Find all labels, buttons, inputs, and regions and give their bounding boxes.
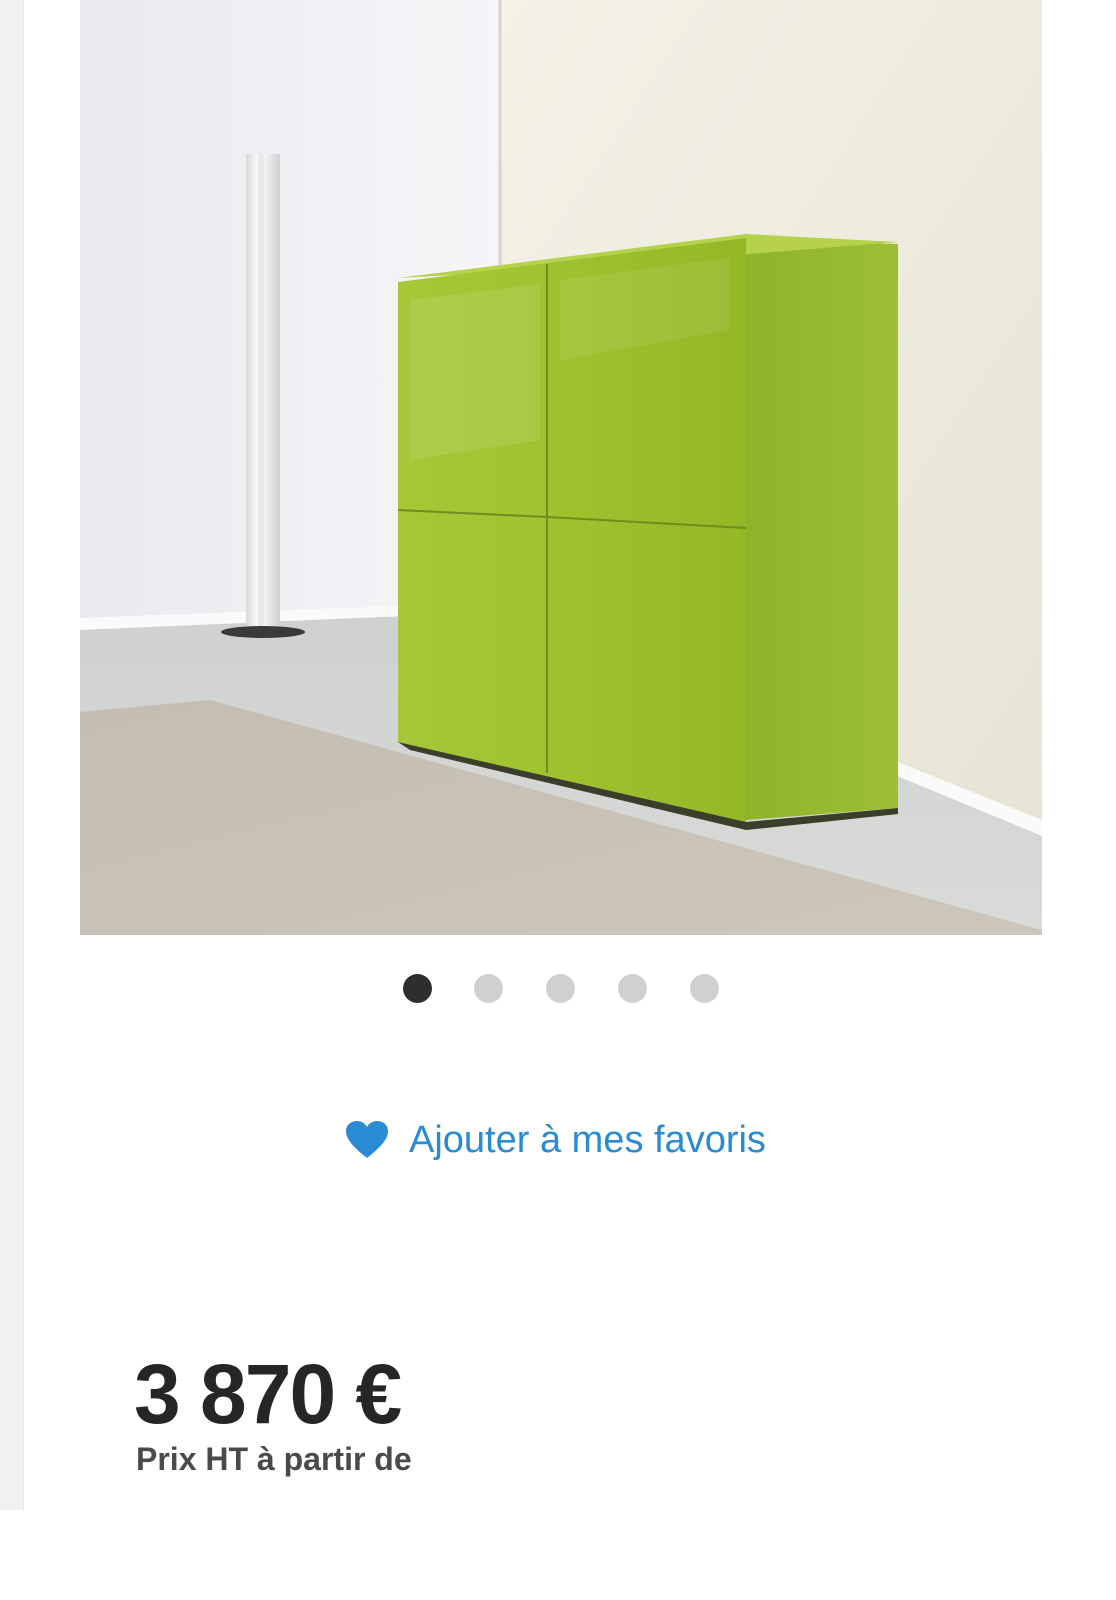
carousel-dot-3[interactable] [546,974,575,1003]
carousel-dots [0,974,1116,1004]
page-edge [0,0,24,1510]
carousel-dot-1[interactable] [403,974,432,1003]
carousel-dot-4[interactable] [618,974,647,1003]
product-image[interactable] [80,0,1042,935]
carousel-dot-2[interactable] [474,974,503,1003]
heart-icon [345,1120,389,1160]
price-caption: Prix HT à partir de [136,1441,412,1477]
product-price: 3 870 € [134,1347,402,1441]
add-to-favorites-link[interactable]: Ajouter à mes favoris [345,1112,766,1168]
carousel-dot-5[interactable] [690,974,719,1003]
favorites-label: Ajouter à mes favoris [409,1119,766,1161]
